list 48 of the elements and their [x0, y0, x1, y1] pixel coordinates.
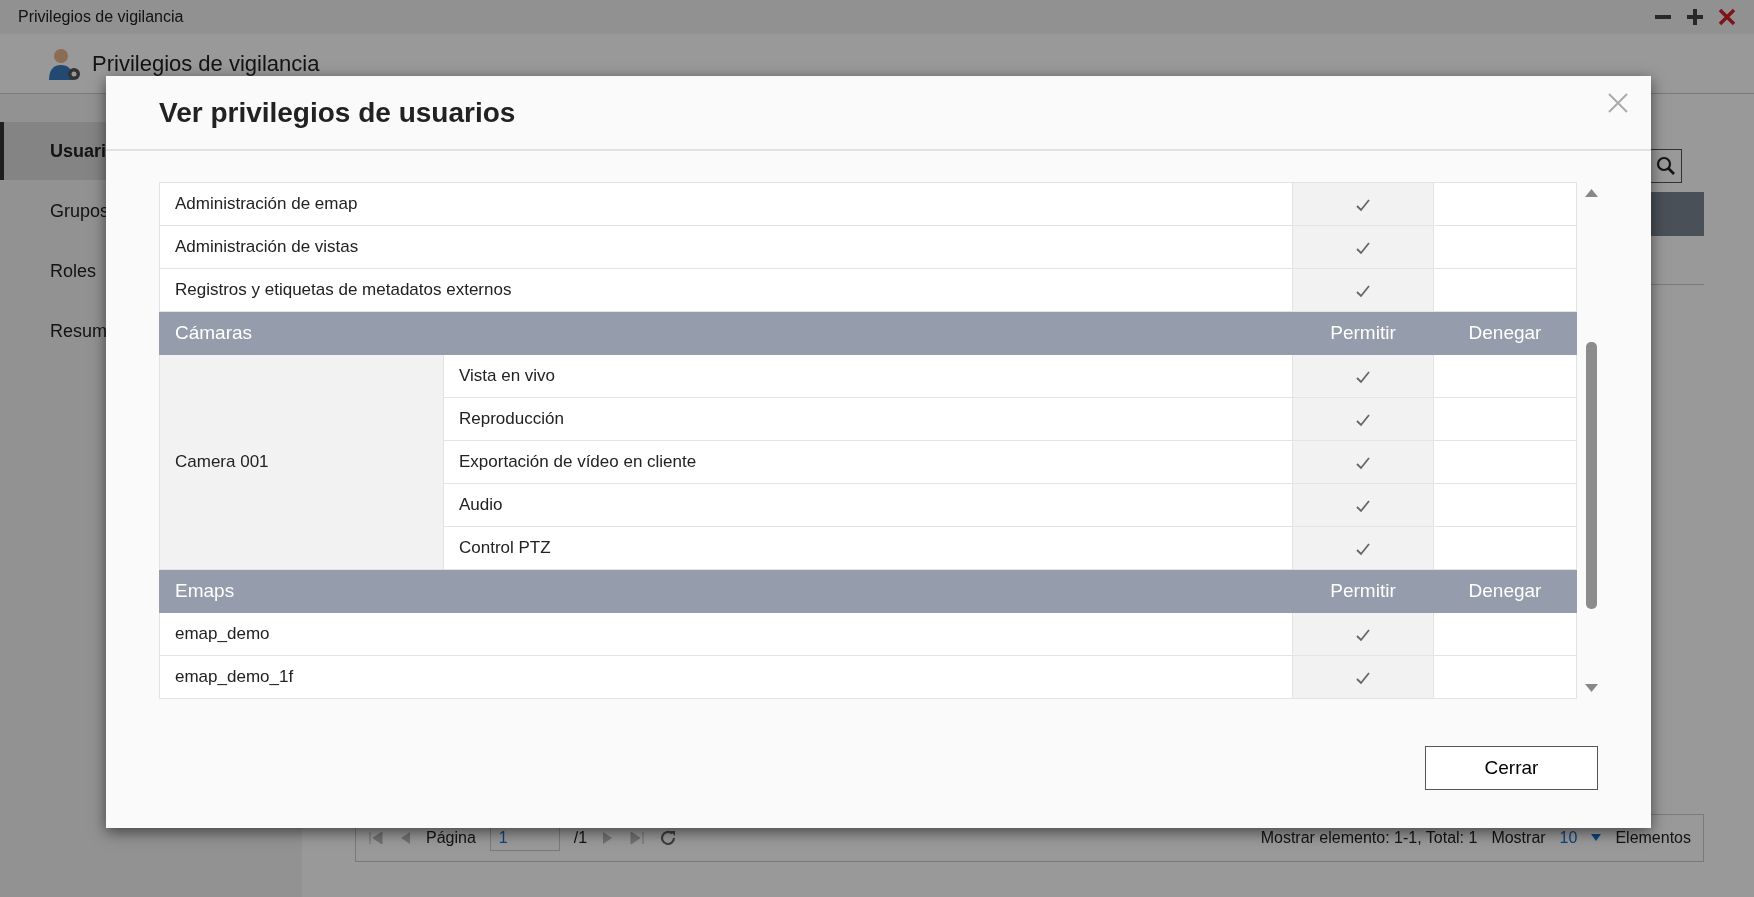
check-icon	[1355, 240, 1371, 255]
close-dialog-button[interactable]: Cerrar	[1425, 746, 1598, 790]
last-page-icon[interactable]	[629, 830, 646, 846]
page-label: Página	[426, 828, 476, 848]
privilege-name-cell: Administración de emap	[159, 182, 1293, 226]
check-icon	[1355, 455, 1371, 470]
section-header-cell: Cámaras	[159, 311, 1293, 355]
section-header-cell: Emaps	[159, 569, 1293, 613]
column-header: Permitir	[1292, 569, 1434, 613]
privilege-name-cell: Exportación de vídeo en cliente	[443, 440, 1293, 484]
check-icon	[1355, 498, 1371, 513]
privilege-name-cell: Administración de vistas	[159, 225, 1293, 269]
scroll-up-icon[interactable]	[1584, 188, 1599, 198]
show-label: Mostrar	[1491, 828, 1546, 848]
privilege-name-cell: Vista en vivo	[443, 354, 1293, 398]
items-label: Elementos	[1615, 828, 1691, 848]
check-icon	[1355, 197, 1371, 212]
check-icon	[1355, 283, 1371, 298]
check-icon	[1355, 670, 1371, 685]
page-total: /1	[573, 828, 588, 848]
check-icon	[1355, 369, 1371, 384]
maximize-icon[interactable]	[1686, 8, 1704, 26]
privilege-name-cell: Control PTZ	[443, 526, 1293, 570]
close-icon	[1607, 91, 1629, 114]
privilege-name-cell: Reproducción	[443, 397, 1293, 441]
window-title: Privilegios de vigilancia	[18, 7, 184, 27]
page-size-dropdown[interactable]: 10	[1559, 826, 1578, 850]
privilege-name-cell: Audio	[443, 483, 1293, 527]
camera-name-cell: Camera 001	[159, 354, 444, 570]
refresh-icon[interactable]	[659, 829, 678, 847]
dialog-title: Ver privilegios de usuarios	[159, 95, 516, 130]
column-header: Denegar	[1433, 311, 1577, 355]
app-header-title: Privilegios de vigilancia	[92, 50, 320, 78]
close-icon[interactable]	[1718, 8, 1736, 26]
scrollbar-thumb[interactable]	[1586, 342, 1597, 609]
first-page-icon[interactable]	[368, 830, 384, 846]
check-icon	[1355, 541, 1371, 556]
caret-icon[interactable]	[1591, 834, 1602, 842]
pagination-summary: Mostrar elemento: 1-1, Total: 1	[1260, 828, 1478, 848]
check-icon	[1355, 627, 1371, 642]
privilege-name-cell: Registros y etiquetas de metadatos externos	[159, 268, 1293, 312]
scroll-down-icon[interactable]	[1584, 683, 1599, 693]
privilege-name-cell: emap_demo	[159, 612, 1293, 656]
column-header: Denegar	[1433, 569, 1577, 613]
check-icon	[1355, 412, 1371, 427]
privilege-name-cell: emap_demo_1f	[159, 655, 1293, 699]
column-header: Permitir	[1292, 311, 1434, 355]
search-icon	[1656, 156, 1676, 176]
